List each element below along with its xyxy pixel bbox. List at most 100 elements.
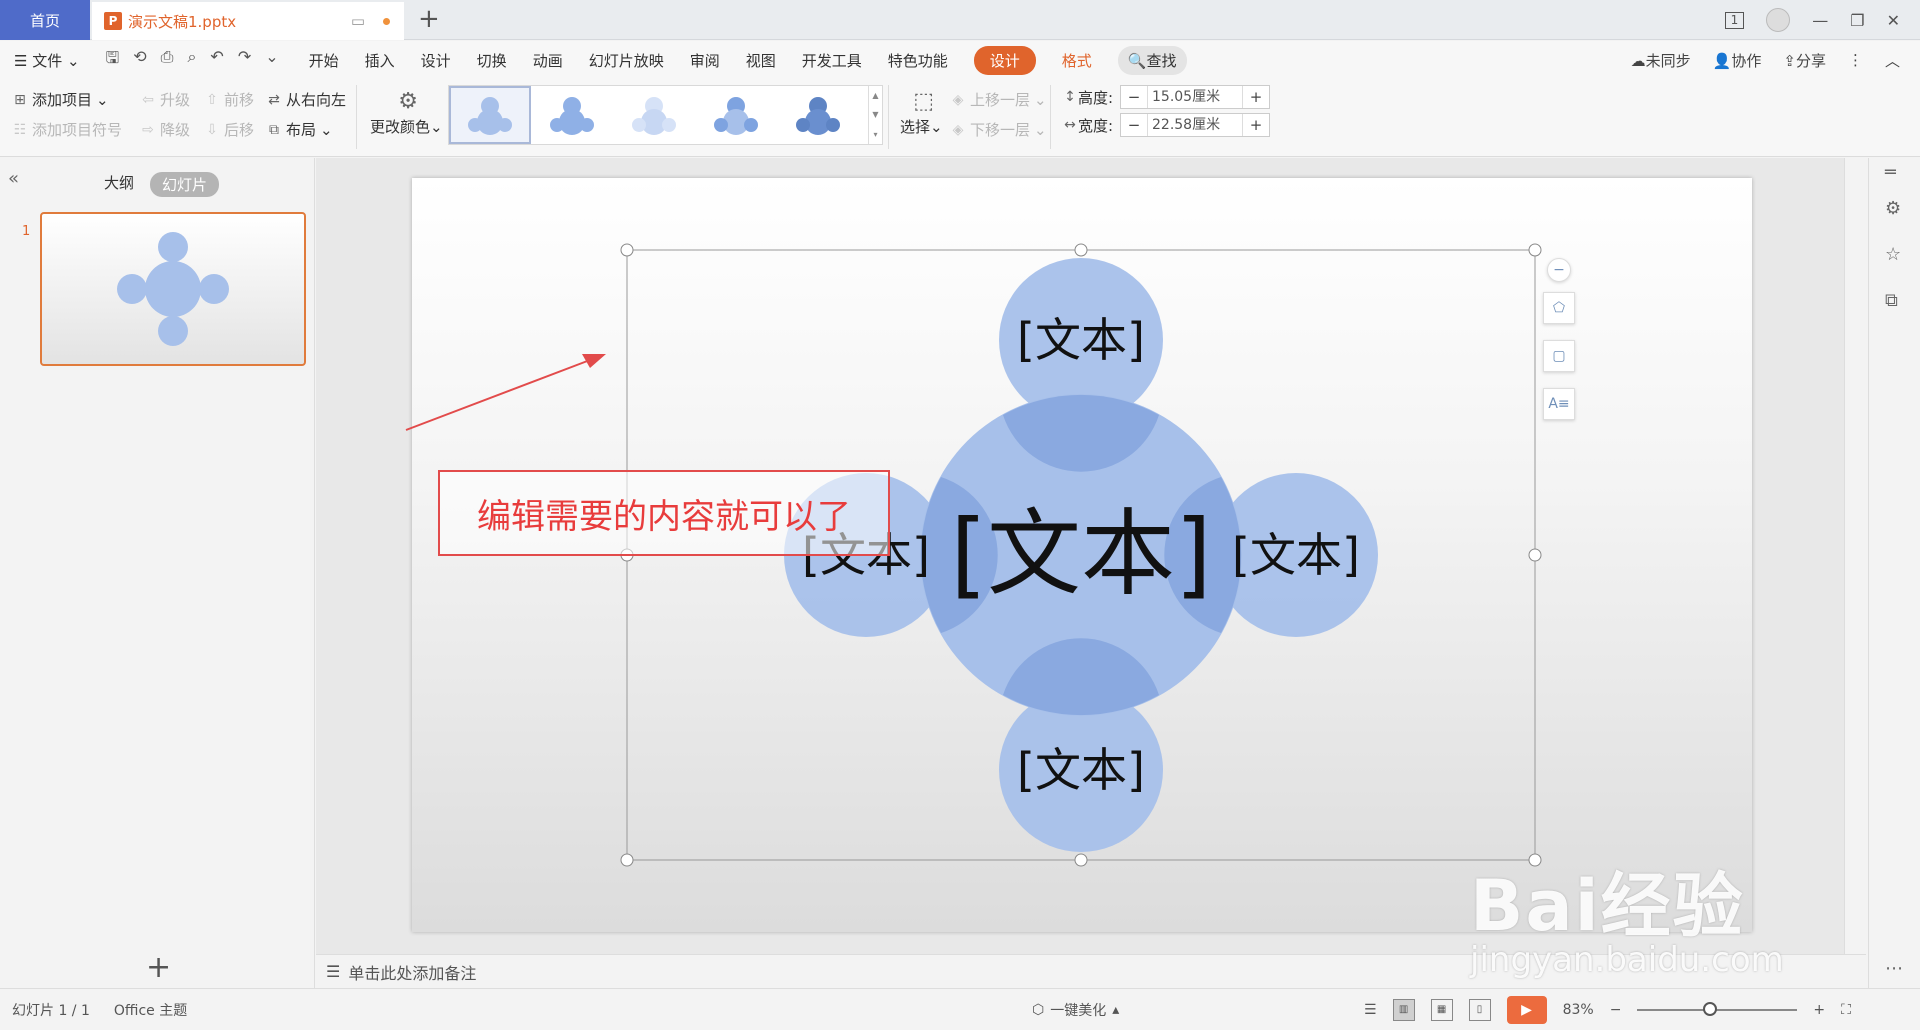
width-input[interactable]: 22.58厘米 [1147,114,1243,136]
move-down-button[interactable]: ⇩ 后移 [204,119,254,140]
menu-review[interactable]: 审阅 [690,50,720,71]
print-preview-icon[interactable]: ⌕ [187,47,196,74]
watermark-brand: Bai经验 [1470,865,1745,947]
baidu-watermark: Bai经验 jingyan.baidu.com [1470,820,1830,990]
close-icon[interactable]: ✕ [1887,11,1900,30]
menu-home[interactable]: 开始 [309,50,339,71]
height-decrement[interactable]: − [1121,88,1147,106]
collab-button[interactable]: 👤协作 [1713,50,1762,71]
zoom-in-icon[interactable]: + [1813,1002,1825,1018]
tab-smartart-design[interactable]: 设计 [973,45,1036,75]
tab-document[interactable]: P 演示文稿1.pptx ▭ [92,2,404,40]
redo-icon[interactable]: ↷ [238,47,251,74]
file-menu[interactable]: ☰ 文件 ⌄ [14,50,80,71]
gallery-scroll[interactable]: ▲ ▼ ▾ [868,86,882,144]
menu-design[interactable]: 设计 [421,50,451,71]
notes-toggle-icon[interactable]: ☰ [1364,1002,1377,1018]
style-5-icon [796,97,840,135]
minimize-icon[interactable]: — [1812,11,1828,30]
collapse-ribbon-icon[interactable]: ︿ [1885,50,1900,71]
save-icon[interactable]: 🖫 [106,47,120,74]
share-button[interactable]: ⇪分享 [1783,50,1826,71]
move-up-button[interactable]: ⇧ 前移 [204,89,254,110]
layout-button[interactable]: ⧉ 布局 ⌄ [266,119,333,140]
page-indicator[interactable]: 1 [1724,11,1745,29]
style-swatch-2[interactable] [531,86,613,144]
style-3-icon [632,97,676,135]
transition-icon[interactable]: ⧉ [1885,290,1898,311]
print-icon[interactable]: ⎙ [161,47,174,74]
play-slideshow-button[interactable]: ▶ [1506,995,1547,1024]
demote-button[interactable]: ⇨ 降级 [140,119,190,140]
zoom-level[interactable]: 83% [1563,1002,1594,1018]
menu-features[interactable]: 特色功能 [888,50,948,71]
format-painter-icon[interactable]: ⟲ [133,47,146,74]
style-swatch-4[interactable] [695,86,777,144]
slides-panel: « 大纲 幻灯片 1 + [0,158,315,988]
style-swatch-3[interactable] [613,86,695,144]
menu-slideshow[interactable]: 幻灯片放映 [589,50,664,71]
bring-forward-button[interactable]: ◈ 上移一层 ⌄ [950,89,1047,110]
fit-window-icon[interactable]: ⛶ [1841,1002,1851,1018]
right-to-left-button[interactable]: ⇄ 从右向左 [266,89,346,110]
watermark-url: jingyan.baidu.com [1470,940,1784,980]
scroll-down-icon[interactable]: ▼ [872,110,878,119]
theme-name[interactable]: Office 主题 [114,1000,187,1020]
change-colors-button[interactable]: ⚙ 更改颜色⌄ [370,89,443,137]
height-increment[interactable]: + [1243,88,1269,106]
promote-button[interactable]: ⇦ 升级 [140,89,190,110]
reading-view-icon[interactable]: ▯ [1468,998,1491,1021]
more-icon[interactable]: ⌄ [265,47,278,74]
avatar[interactable] [1766,8,1791,32]
zoom-slider-knob[interactable] [1703,1001,1718,1016]
beautify-button[interactable]: ⬡ 一键美化 ▴ [1032,1000,1119,1020]
select-button[interactable]: ⬚ 选择⌄ [900,89,943,137]
tab-smartart-format[interactable]: 格式 [1062,50,1092,71]
scroll-up-icon[interactable]: ▲ [872,91,878,100]
more-menu-icon[interactable]: ⋮ [1848,51,1863,69]
add-bullet-button[interactable]: ☷ 添加项目符号 [12,119,122,140]
zoom-out-icon[interactable]: − [1610,1002,1622,1018]
search-button[interactable]: 🔍查找 [1117,45,1187,75]
style-swatch-5[interactable] [777,86,859,144]
notes-icon: ☰ [326,962,341,981]
property-icon[interactable]: ⚙ [1885,198,1901,219]
collapse-panel-icon[interactable]: « [8,168,19,189]
sorter-view-icon[interactable]: ▦ [1430,998,1453,1021]
height-input[interactable]: 15.05厘米 [1147,86,1243,108]
undo-icon[interactable]: ↶ [210,47,223,74]
width-label: 宽度: [1078,116,1114,135]
style-swatch-1[interactable] [449,86,531,144]
menu-transition[interactable]: 切换 [477,50,507,71]
menu-animation[interactable]: 动画 [533,50,563,71]
monitor-icon[interactable]: ▭ [351,12,365,30]
add-item-button[interactable]: ⊞ 添加项目 ⌄ [12,89,108,110]
play-icon: ▶ [1521,1001,1532,1018]
tab-outline[interactable]: 大纲 [104,172,134,193]
restore-icon[interactable]: ❐ [1850,11,1864,30]
width-increment[interactable]: + [1243,116,1269,134]
tab-home[interactable]: 首页 [0,0,90,40]
sidebar-handle-icon: ═ [1885,162,1896,183]
zoom-slider[interactable] [1637,1001,1798,1016]
arrow-up-icon: ⇧ [206,91,218,108]
tab-slides[interactable]: 幻灯片 [150,172,220,197]
width-decrement[interactable]: − [1121,116,1147,134]
height-field: ↕ 高度: −15.05厘米 + [1062,85,1270,109]
menu-developer[interactable]: 开发工具 [802,50,862,71]
animation-icon[interactable]: ☆ [1885,244,1901,265]
add-bullet-icon: ☷ [13,121,27,138]
vertical-scrollbar[interactable] [1844,158,1866,954]
new-tab-button[interactable]: + [418,4,440,34]
menu-insert[interactable]: 插入 [365,50,395,71]
presentation-icon: P [104,12,122,30]
more-options-icon[interactable]: ⋯ [1885,958,1903,979]
sync-button[interactable]: ☁未同步 [1631,50,1691,71]
normal-view-icon[interactable]: ▥ [1392,998,1415,1021]
gallery-expand-icon[interactable]: ▾ [873,130,877,139]
add-slide-button[interactable]: + [146,950,171,985]
slide-thumbnail-1[interactable] [40,212,306,366]
send-backward-button[interactable]: ◈ 下移一层 ⌄ [950,119,1047,140]
window-controls: 1 — ❐ ✕ [1724,0,1920,40]
menu-view[interactable]: 视图 [746,50,776,71]
